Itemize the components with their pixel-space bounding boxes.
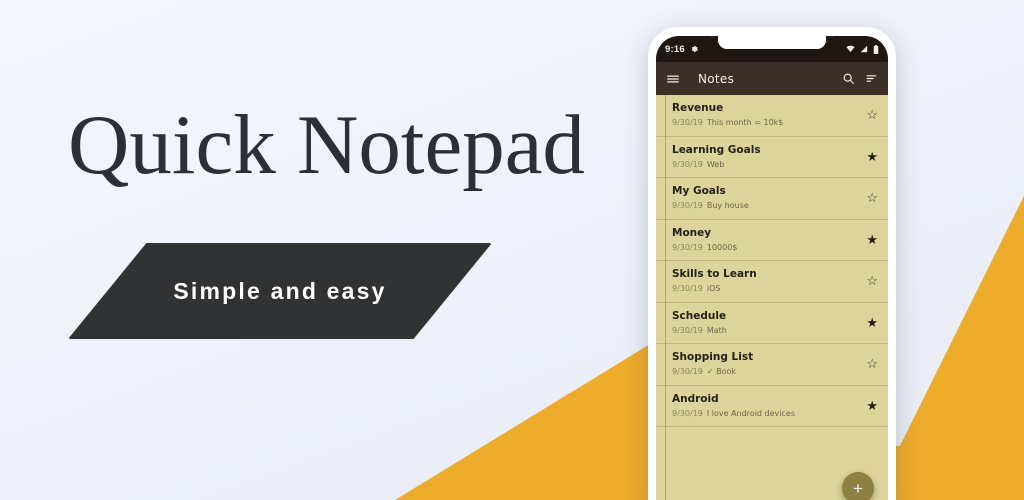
- note-date: 9/30/19: [672, 408, 703, 418]
- note-subtitle: 9/30/19 iOS: [672, 284, 860, 293]
- wifi-icon: [846, 45, 855, 53]
- table-row[interactable]: Revenue 9/30/19 This month = 10k$ ☆: [656, 95, 888, 137]
- note-subtitle: 9/30/19 This month = 10k$: [672, 118, 860, 127]
- app-bar-title: Notes: [698, 71, 735, 86]
- note-title: Money: [672, 226, 712, 239]
- note-subtitle: 9/30/19 10000$: [672, 243, 860, 252]
- note-preview: Math: [706, 325, 727, 335]
- note-title: Learning Goals: [672, 143, 761, 156]
- star-off-icon[interactable]: ☆: [860, 191, 878, 204]
- phone-mockup: 9:16 Notes Revenue 9/30/19 This month = …: [648, 27, 896, 500]
- note-title: Skills to Learn: [672, 268, 757, 281]
- table-row[interactable]: Android 9/30/19 I love Android devices ★: [656, 386, 888, 427]
- note-title: Android: [672, 392, 719, 405]
- app-bar: Notes: [656, 62, 888, 95]
- tagline-banner: Simple and easy: [68, 243, 492, 339]
- note-subtitle: 9/30/19 I love Android devices: [672, 409, 860, 418]
- table-row[interactable]: Money 9/30/19 10000$ ★: [656, 220, 888, 261]
- add-note-fab[interactable]: +: [842, 472, 874, 500]
- tagline-text: Simple and easy: [173, 277, 387, 304]
- star-on-icon[interactable]: ★: [860, 399, 878, 412]
- battery-icon: [873, 44, 879, 54]
- table-row[interactable]: Skills to Learn 9/30/19 iOS ☆: [656, 261, 888, 303]
- note-date: 9/30/19: [672, 118, 703, 128]
- note-title: Shopping List: [672, 351, 754, 364]
- sort-icon[interactable]: [865, 72, 878, 85]
- note-title: My Goals: [672, 185, 726, 198]
- star-on-icon[interactable]: ★: [860, 150, 878, 163]
- star-off-icon[interactable]: ☆: [860, 108, 878, 121]
- note-subtitle: 9/30/19 Math: [672, 326, 860, 335]
- note-preview: iOS: [706, 284, 721, 294]
- table-row[interactable]: Schedule 9/30/19 Math ★: [656, 303, 888, 344]
- phone-screen: 9:16 Notes Revenue 9/30/19 This month = …: [656, 36, 888, 500]
- yellow-shape-left-wedge: [395, 338, 660, 500]
- note-subtitle: 9/30/19 Web: [672, 160, 860, 169]
- search-icon[interactable]: [842, 72, 855, 85]
- star-off-icon[interactable]: ☆: [860, 357, 878, 370]
- hamburger-menu-icon[interactable]: [666, 72, 680, 86]
- status-bar: 9:16: [656, 36, 888, 62]
- note-subtitle: 9/30/19 Buy house: [672, 201, 860, 210]
- star-on-icon[interactable]: ★: [860, 233, 878, 246]
- note-title: Schedule: [672, 309, 727, 322]
- gear-icon: [690, 45, 698, 53]
- note-date: 9/30/19: [672, 284, 703, 294]
- note-date: 9/30/19: [672, 325, 703, 335]
- note-date: 9/30/19: [672, 159, 703, 169]
- paper-margin-line: [665, 95, 666, 500]
- star-on-icon[interactable]: ★: [860, 316, 878, 329]
- note-preview: I love Android devices: [706, 408, 795, 418]
- yellow-shape-right-wedge: [900, 196, 1024, 500]
- table-row[interactable]: Learning Goals 9/30/19 Web ★: [656, 137, 888, 178]
- table-row[interactable]: My Goals 9/30/19 Buy house ☆: [656, 178, 888, 220]
- table-row[interactable]: Shopping List 9/30/19 ✓ Book ☆: [656, 344, 888, 386]
- notes-list[interactable]: Revenue 9/30/19 This month = 10k$ ☆ Learn…: [656, 95, 888, 500]
- promo-banner: Quick Notepad Simple and easy 9:16 Notes…: [0, 0, 1024, 500]
- plus-icon: +: [853, 478, 863, 498]
- note-preview: ✓ Book: [706, 367, 736, 377]
- note-title: Revenue: [672, 102, 724, 115]
- status-time: 9:16: [665, 43, 685, 55]
- note-date: 9/30/19: [672, 367, 703, 377]
- note-subtitle: 9/30/19 ✓ Book: [672, 367, 860, 376]
- note-preview: Buy house: [706, 201, 749, 211]
- note-date: 9/30/19: [672, 201, 703, 211]
- note-preview: 10000$: [706, 242, 738, 252]
- note-preview: Web: [706, 159, 725, 169]
- cellular-signal-icon: [860, 45, 868, 53]
- note-date: 9/30/19: [672, 242, 703, 252]
- note-preview: This month = 10k$: [706, 118, 784, 128]
- page-title: Quick Notepad: [68, 98, 585, 192]
- phone-notch: [709, 36, 835, 49]
- star-off-icon[interactable]: ☆: [860, 274, 878, 287]
